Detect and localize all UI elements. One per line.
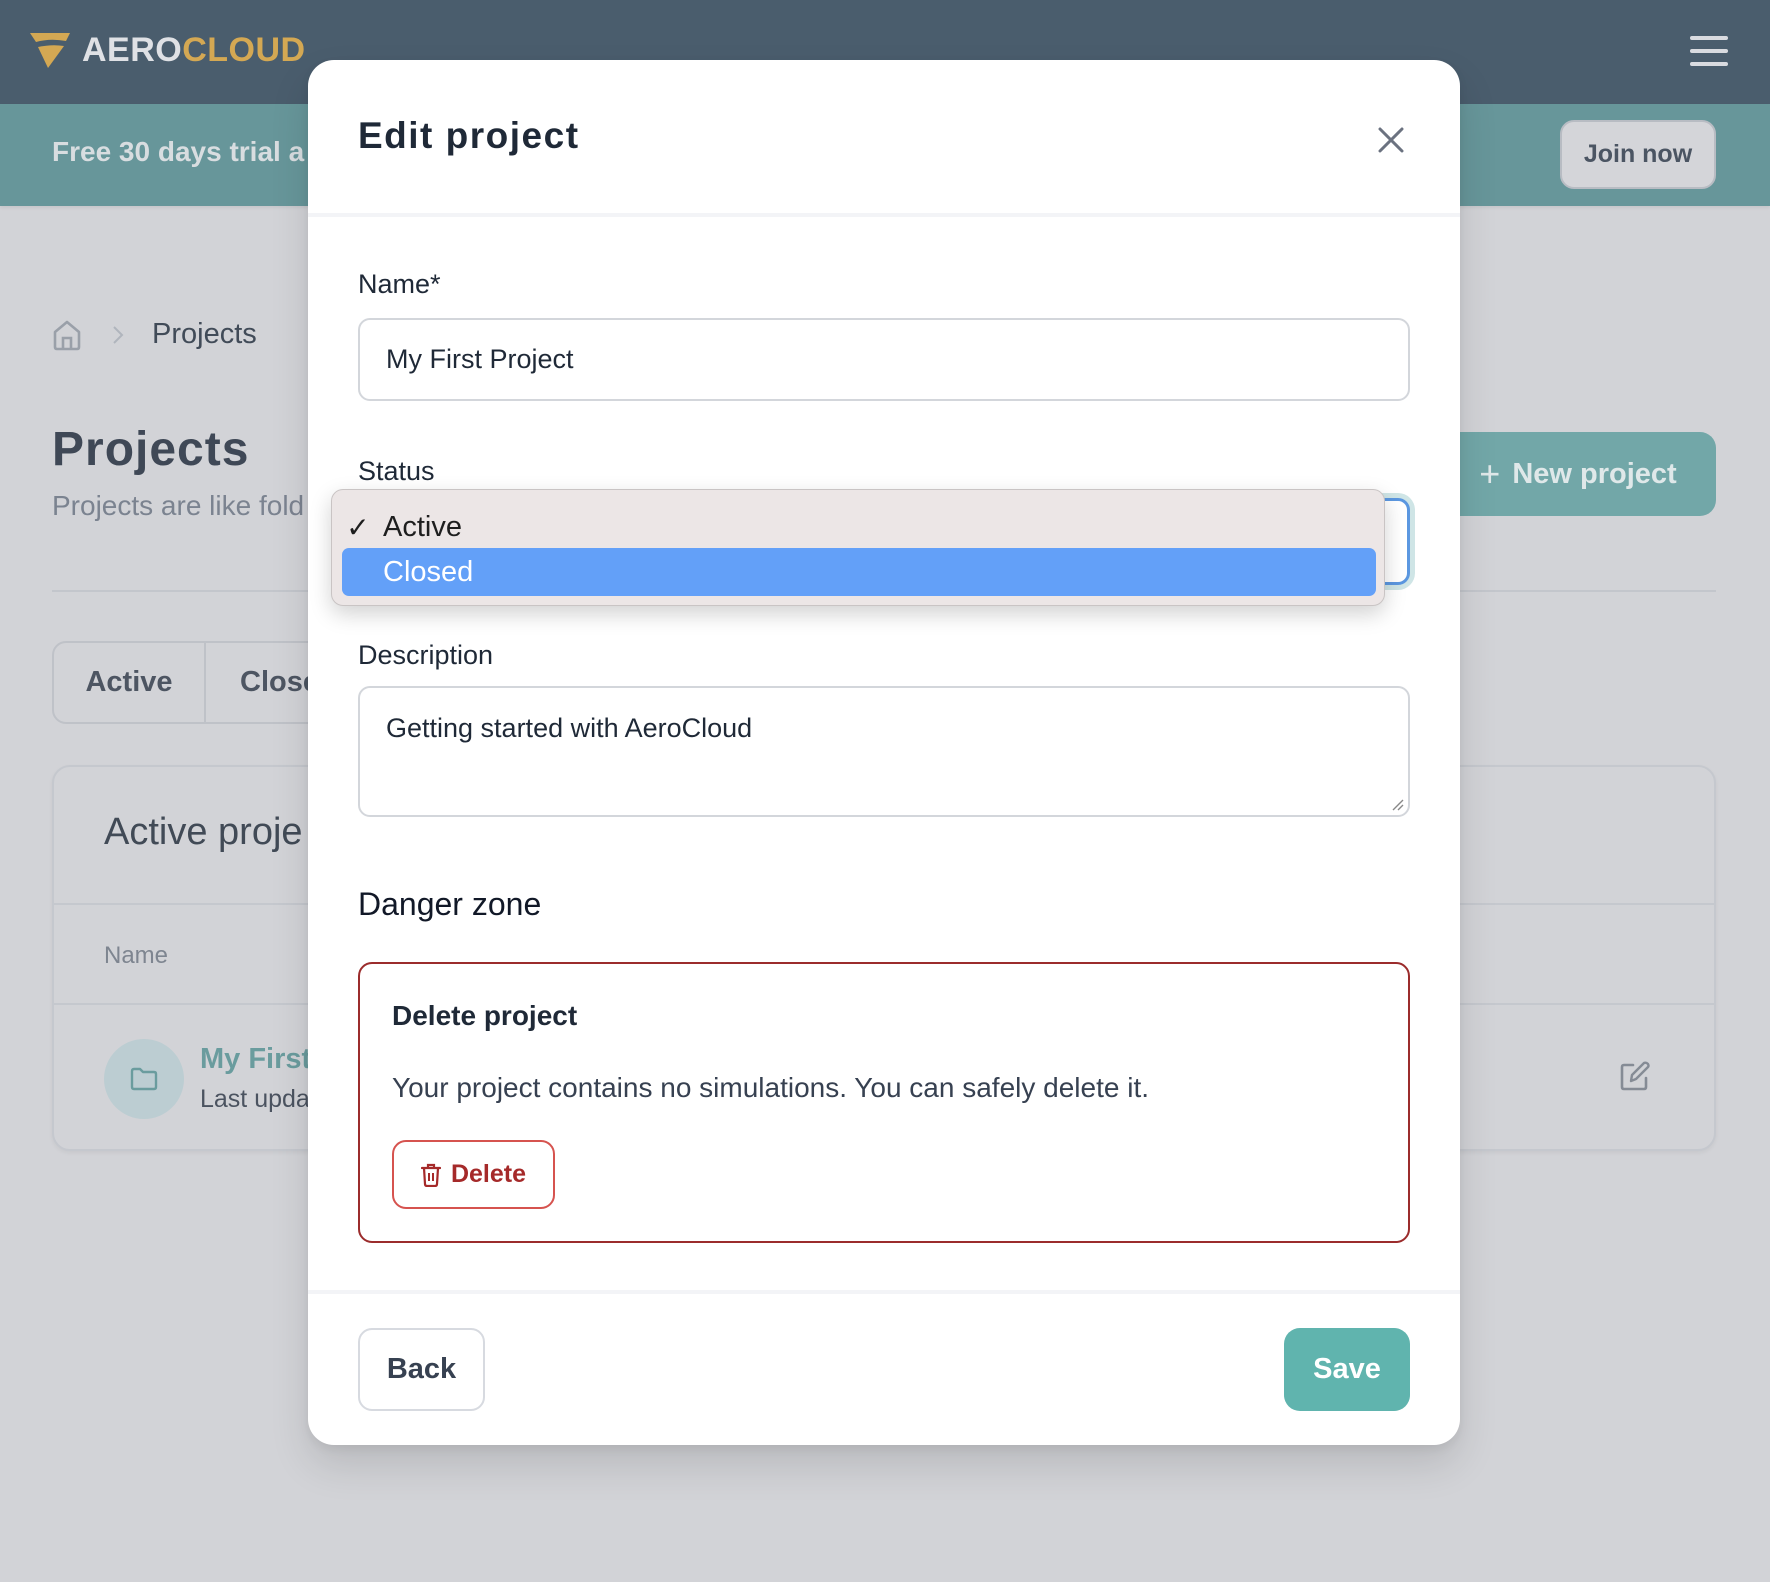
danger-zone-title: Danger zone <box>358 886 542 922</box>
tab-active[interactable]: Active <box>54 643 206 722</box>
name-label: Name* <box>358 269 441 299</box>
banner-text: Free 30 days trial a <box>52 136 305 167</box>
breadcrumb-current: Projects <box>152 318 257 350</box>
brand-logo[interactable]: AEROCLOUD <box>28 30 306 70</box>
breadcrumb: Projects <box>52 318 257 351</box>
checkmark-icon: ✓ <box>346 511 370 543</box>
status-label: Status <box>358 456 435 486</box>
delete-project-title: Delete project <box>392 1000 578 1031</box>
description-label: Description <box>358 640 494 670</box>
project-name-link[interactable]: My First <box>200 1043 311 1076</box>
delete-project-description: Your project contains no simulations. Yo… <box>392 1072 1149 1103</box>
edit-icon[interactable] <box>1619 1060 1651 1092</box>
status-option-active[interactable]: ✓ Active <box>342 503 1376 551</box>
danger-zone-box: Delete project Your project contains no … <box>358 962 1410 1243</box>
footer-divider <box>308 1290 1460 1294</box>
join-now-button[interactable]: Join now <box>1560 120 1716 189</box>
new-project-label: New project <box>1512 457 1677 490</box>
home-icon[interactable] <box>52 319 82 351</box>
hamburger-icon[interactable] <box>1690 36 1728 66</box>
page-title: Projects <box>52 423 250 476</box>
resize-handle-icon[interactable] <box>1390 797 1404 811</box>
edit-project-modal: Edit project Name* My First Project Stat… <box>308 60 1460 1445</box>
description-value: Getting started with AeroCloud <box>386 713 753 743</box>
status-dropdown-menu: ✓ Active Closed <box>331 489 1385 606</box>
folder-icon <box>130 1067 158 1091</box>
close-icon <box>1378 127 1404 153</box>
brand-name: AEROCLOUD <box>82 31 306 69</box>
folder-avatar <box>104 1039 184 1119</box>
modal-title: Edit project <box>358 115 580 156</box>
option-label: Active <box>383 510 462 543</box>
description-textarea[interactable]: Getting started with AeroCloud <box>358 686 1410 817</box>
close-button[interactable] <box>1371 120 1411 160</box>
logo-icon <box>30 33 70 68</box>
column-header-name: Name <box>104 942 169 969</box>
chevron-right-icon <box>113 325 124 344</box>
name-input[interactable]: My First Project <box>358 318 1410 401</box>
status-option-closed[interactable]: Closed <box>342 548 1376 596</box>
page-subtitle: Projects are like fold <box>52 490 305 521</box>
trash-icon <box>420 1163 441 1187</box>
header-divider <box>308 213 1460 217</box>
project-last-updated: Last upda <box>200 1085 310 1113</box>
delete-label: Delete <box>450 1160 527 1188</box>
card-title: Active proje <box>104 811 303 853</box>
delete-button[interactable]: Delete <box>392 1140 555 1209</box>
option-label: Closed <box>383 555 474 588</box>
save-button[interactable]: Save <box>1284 1328 1410 1411</box>
new-project-button[interactable]: + New project <box>1440 432 1716 516</box>
back-button[interactable]: Back <box>358 1328 485 1411</box>
plus-icon: + <box>1479 453 1501 494</box>
